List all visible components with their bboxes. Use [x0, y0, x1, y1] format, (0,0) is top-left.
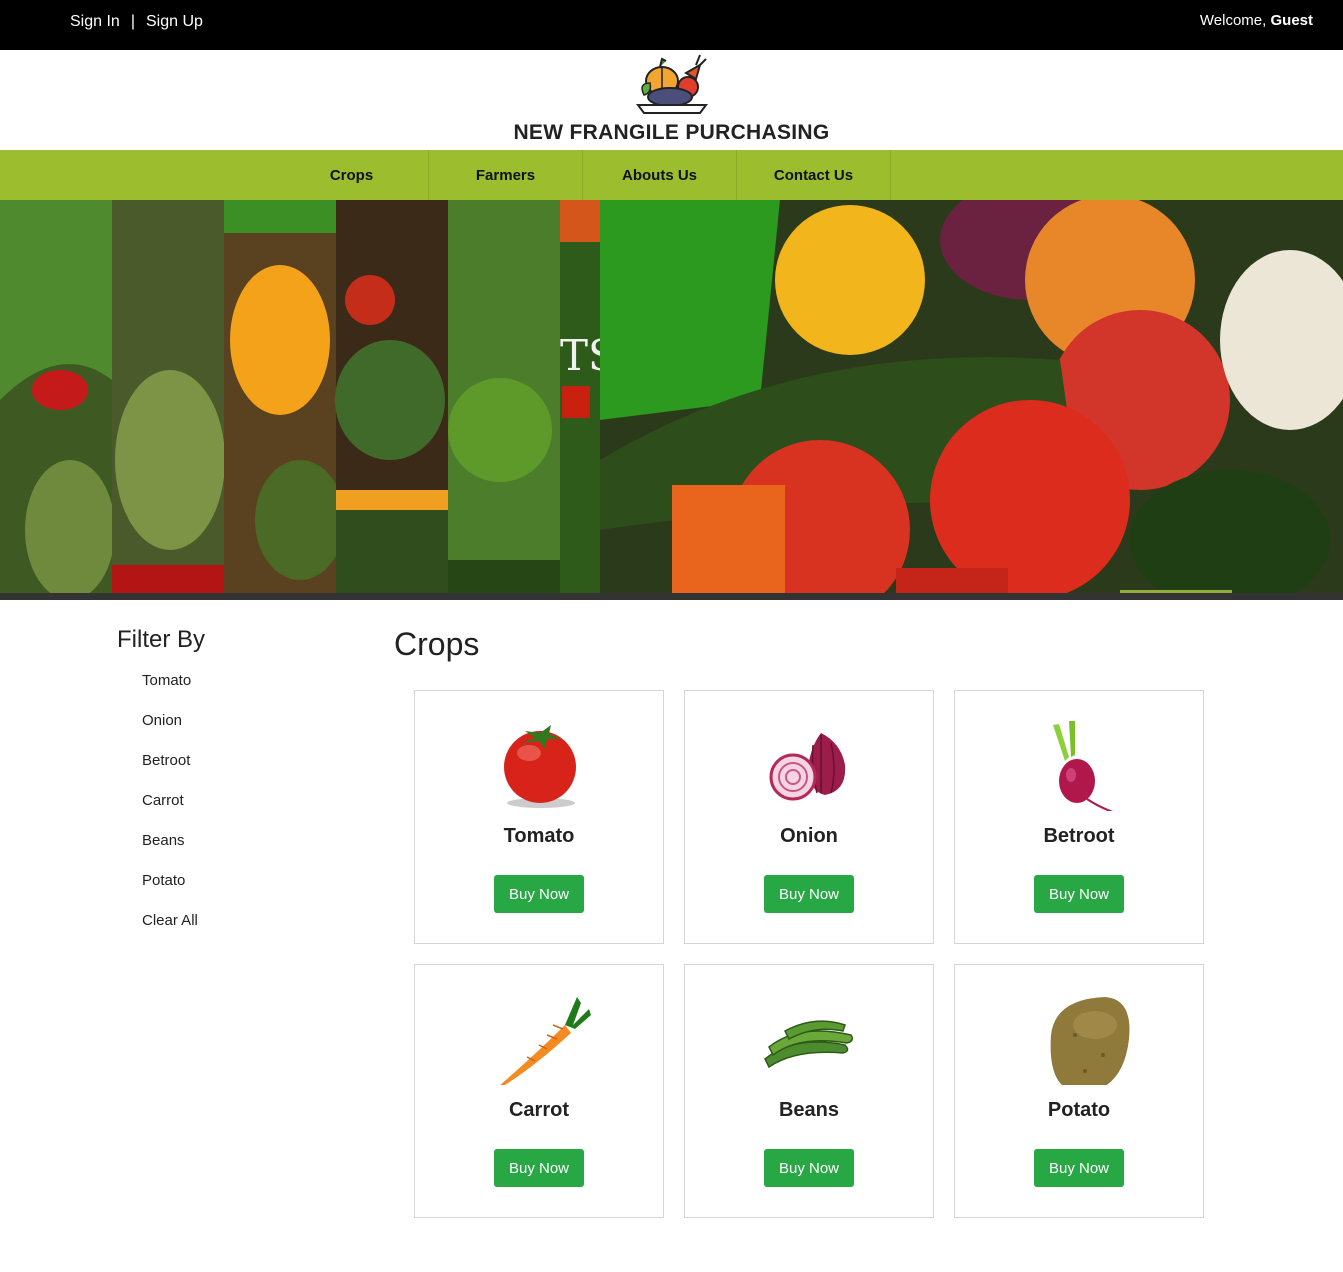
top-bar: Sign In | Sign Up Welcome, Guest: [0, 0, 1343, 50]
welcome-user: Guest: [1270, 12, 1313, 29]
brand-title: NEW FRANGILE PURCHASING: [513, 121, 830, 144]
crop-card-onion: Onion Buy Now: [684, 690, 934, 944]
filter-list: Tomato Onion Betroot Carrot Beans Potato…: [142, 671, 198, 951]
buy-now-button-potato[interactable]: Buy Now: [1034, 1149, 1124, 1187]
main-nav: Crops Farmers Abouts Us Contact Us: [0, 150, 1343, 200]
nav-items: Crops Farmers Abouts Us Contact Us: [275, 150, 891, 200]
nav-item-farmers[interactable]: Farmers: [429, 150, 583, 200]
filter-item-beans[interactable]: Beans: [142, 831, 198, 871]
auth-links: Sign In | Sign Up: [70, 13, 203, 31]
crop-card-betroot: Betroot Buy Now: [954, 690, 1204, 944]
filter-item-betroot[interactable]: Betroot: [142, 751, 198, 791]
crop-card-carrot: Carrot Buy Now: [414, 964, 664, 1218]
onion-icon: [769, 733, 846, 801]
crop-name: Beans: [778, 1099, 840, 1121]
crops-title: Crops: [394, 626, 480, 662]
nav-item-contact-us[interactable]: Contact Us: [737, 150, 891, 200]
hero-banner: TS: [0, 200, 1343, 600]
sign-up-link[interactable]: Sign Up: [146, 13, 203, 31]
sign-in-link[interactable]: Sign In: [70, 13, 120, 31]
buy-now-button-onion[interactable]: Buy Now: [764, 875, 854, 913]
welcome-message: Welcome, Guest: [1200, 12, 1313, 29]
crop-name: Carrot: [508, 1099, 569, 1121]
nav-item-about-us[interactable]: Abouts Us: [583, 150, 737, 200]
filter-title: Filter By: [117, 626, 206, 653]
buy-now-button-beans[interactable]: Buy Now: [764, 1149, 854, 1187]
nav-item-crops[interactable]: Crops: [275, 150, 429, 200]
carrot-icon: [500, 997, 591, 1085]
crop-name: Onion: [780, 825, 838, 847]
hero-vegetables-image: TS: [0, 200, 1343, 600]
filter-item-tomato[interactable]: Tomato: [142, 671, 198, 711]
basket-logo-icon[interactable]: [634, 53, 710, 117]
buy-now-button-betroot[interactable]: Buy Now: [1034, 875, 1124, 913]
filter-item-carrot[interactable]: Carrot: [142, 791, 198, 831]
filter-item-onion[interactable]: Onion: [142, 711, 198, 751]
crop-card-tomato: Tomato Buy Now: [414, 690, 664, 944]
buy-now-button-tomato[interactable]: Buy Now: [494, 875, 584, 913]
beans-icon: [764, 1020, 854, 1069]
crop-card-beans: Beans Buy Now: [684, 964, 934, 1218]
potato-icon: [1050, 997, 1130, 1085]
site-header: NEW FRANGILE PURCHASING: [0, 50, 1343, 150]
filter-clear-all[interactable]: Clear All: [142, 911, 198, 951]
auth-separator: |: [130, 13, 135, 30]
crop-card-potato: Potato Buy Now: [954, 964, 1204, 1218]
tomato-icon: [504, 725, 576, 808]
welcome-prefix: Welcome,: [1199, 12, 1267, 29]
crop-name: Potato: [1047, 1099, 1111, 1121]
beetroot-icon: [1053, 721, 1113, 811]
crop-name: Betroot: [1043, 825, 1115, 847]
crop-name: Tomato: [503, 825, 575, 847]
buy-now-button-carrot[interactable]: Buy Now: [494, 1149, 584, 1187]
filter-item-potato[interactable]: Potato: [142, 871, 198, 911]
